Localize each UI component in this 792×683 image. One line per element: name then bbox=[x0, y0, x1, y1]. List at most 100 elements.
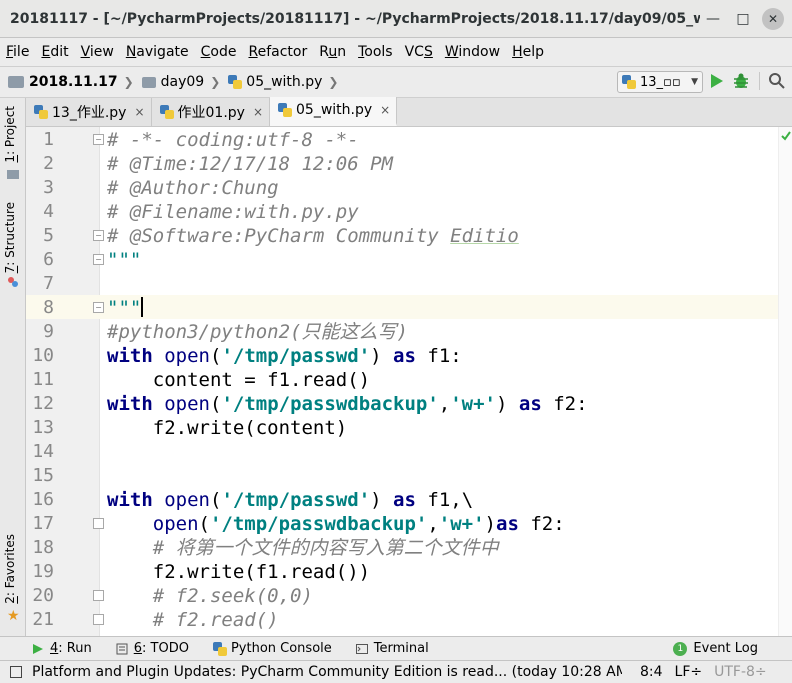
close-tab-icon[interactable]: × bbox=[253, 105, 263, 119]
editor-tab-1[interactable]: 作业01.py × bbox=[151, 98, 270, 126]
code-line[interactable]: 7 bbox=[26, 272, 792, 296]
python-console-tab[interactable]: Python Console bbox=[212, 641, 332, 656]
code-line[interactable]: 17 open('/tmp/passwdbackup','w+')as f2: bbox=[26, 512, 792, 536]
fold-marker-icon[interactable]: − bbox=[93, 254, 104, 265]
line-number: 16 bbox=[32, 489, 54, 510]
code-line[interactable]: 3 # @Author:Chung bbox=[26, 176, 792, 200]
code-text: # @Time:12/17/18 12:06 PM bbox=[107, 153, 393, 175]
menu-refactor[interactable]: Refactor bbox=[248, 44, 307, 60]
editor-tab-2[interactable]: 05_with.py × bbox=[270, 97, 398, 126]
toggle-tool-windows-icon[interactable] bbox=[10, 666, 22, 678]
breadcrumb-file[interactable]: 05_with.py ❯ bbox=[228, 74, 342, 90]
close-tab-icon[interactable]: × bbox=[134, 105, 144, 119]
code-text: content = f1.read() bbox=[107, 369, 371, 391]
terminal-icon bbox=[355, 643, 368, 654]
file-encoding[interactable]: UTF-8÷ bbox=[714, 664, 767, 680]
menu-code[interactable]: Code bbox=[201, 44, 237, 60]
fold-marker-icon[interactable] bbox=[93, 590, 104, 601]
code-text: # -*- coding:utf-8 -*- bbox=[107, 129, 359, 151]
menu-view[interactable]: View bbox=[81, 44, 114, 60]
code-text: open('/tmp/passwdbackup','w+')as f2: bbox=[152, 513, 565, 535]
todo-tool-window-tab[interactable]: 6: TODO bbox=[116, 641, 189, 656]
folder-icon bbox=[8, 76, 24, 88]
window-titlebar[interactable]: 20181117 - [~/PycharmProjects/20181117] … bbox=[0, 0, 792, 38]
maximize-icon[interactable]: □ bbox=[732, 8, 754, 30]
line-separator[interactable]: LF÷ bbox=[675, 664, 703, 680]
code-text: # f2.read() bbox=[152, 609, 279, 631]
status-message[interactable]: Platform and Plugin Updates: PyCharm Com… bbox=[32, 664, 622, 680]
code-line[interactable]: 9 #python3/python2(只能这么写) bbox=[26, 320, 792, 344]
line-number: 6 bbox=[43, 249, 54, 270]
editor-scrollbar[interactable] bbox=[778, 127, 792, 636]
favorites-tool-window-tab[interactable]: 2: Favorites bbox=[3, 534, 17, 604]
menu-file[interactable]: File bbox=[6, 44, 29, 60]
fold-marker-icon[interactable] bbox=[93, 614, 104, 625]
code-line[interactable]: 11 content = f1.read() bbox=[26, 368, 792, 392]
project-tool-window-tab[interactable]: 1: Project bbox=[3, 106, 17, 163]
code-text: #python3/python2(只能这么写) bbox=[107, 321, 408, 343]
code-line[interactable]: 10 with open('/tmp/passwd') as f1: bbox=[26, 344, 792, 368]
bug-icon bbox=[734, 73, 748, 88]
line-number: 21 bbox=[32, 609, 54, 630]
code-line[interactable]: 12 with open('/tmp/passwdbackup','w+') as… bbox=[26, 392, 792, 416]
search-icon bbox=[769, 73, 785, 89]
close-tab-icon[interactable]: × bbox=[380, 103, 390, 117]
run-configuration-select[interactable]: 13_▫▫ ▼ bbox=[617, 71, 703, 93]
code-line[interactable]: 20 # f2.seek(0,0) bbox=[26, 584, 792, 608]
window-title: 20181117 - [~/PycharmProjects/20181117] … bbox=[10, 10, 700, 27]
run-tool-window-tab[interactable]: 4: Run bbox=[32, 641, 92, 656]
fold-marker-icon[interactable] bbox=[93, 518, 104, 529]
code-line[interactable]: 21 # f2.read() bbox=[26, 608, 792, 632]
code-line[interactable]: 4 # @Filename:with.py.py bbox=[26, 200, 792, 224]
play-icon bbox=[33, 643, 43, 654]
line-number: 12 bbox=[32, 393, 54, 414]
code-line[interactable]: 8 − """ bbox=[26, 296, 792, 320]
code-editor[interactable]: 1− # -*- coding:utf-8 -*- 2 # @Time:12/17/1… bbox=[26, 127, 792, 636]
run-button[interactable] bbox=[710, 73, 724, 89]
breadcrumb-folder[interactable]: day09 ❯ bbox=[141, 74, 225, 90]
code-line[interactable]: 18 # 将第一个文件的内容写入第二个文件中 bbox=[26, 536, 792, 560]
editor-tab-0[interactable]: 13_作业.py × bbox=[26, 98, 152, 126]
code-line[interactable]: 14 bbox=[26, 440, 792, 464]
caret-position[interactable]: 8:4 bbox=[640, 664, 663, 680]
terminal-tab[interactable]: Terminal bbox=[355, 641, 429, 656]
line-number: 7 bbox=[43, 273, 54, 294]
code-line[interactable]: 19 f2.write(f1.read()) bbox=[26, 560, 792, 584]
line-number: 10 bbox=[32, 345, 54, 366]
line-number: 14 bbox=[32, 441, 54, 462]
fold-marker-icon[interactable]: − bbox=[93, 230, 104, 241]
search-everywhere-button[interactable] bbox=[768, 72, 786, 90]
fold-marker-icon[interactable]: − bbox=[93, 134, 104, 145]
menu-run[interactable]: Run bbox=[319, 44, 346, 60]
breadcrumb-project[interactable]: 2018.11.17 ❯ bbox=[8, 74, 138, 90]
menu-tools[interactable]: Tools bbox=[358, 44, 393, 60]
editor-tabs: 13_作业.py × 作业01.py × 05_with.py × bbox=[26, 97, 792, 127]
python-file-icon bbox=[159, 105, 174, 119]
menu-help[interactable]: Help bbox=[512, 44, 544, 60]
code-line[interactable]: 1 − # -*- coding:utf-8 -*- bbox=[26, 128, 792, 152]
close-icon[interactable]: ✕ bbox=[762, 8, 784, 30]
menu-window[interactable]: Window bbox=[445, 44, 500, 60]
menu-edit[interactable]: Edit bbox=[41, 44, 68, 60]
chevron-down-icon: ▼ bbox=[691, 77, 698, 87]
debug-button[interactable] bbox=[732, 72, 750, 90]
code-line[interactable]: 6 − """ bbox=[26, 248, 792, 272]
code-line[interactable]: 13 f2.write(content) bbox=[26, 416, 792, 440]
structure-tool-window-tab[interactable]: 7: Structure bbox=[3, 202, 17, 273]
code-line[interactable]: 2 # @Time:12/17/18 12:06 PM bbox=[26, 152, 792, 176]
text-caret bbox=[141, 297, 144, 317]
python-icon bbox=[212, 641, 227, 656]
python-file-icon bbox=[228, 75, 243, 89]
code-text: # 将第一个文件的内容写入第二个文件中 bbox=[152, 537, 499, 559]
menu-vcs[interactable]: VCS bbox=[405, 44, 433, 60]
code-line[interactable]: 16 with open('/tmp/passwd') as f1,\ bbox=[26, 488, 792, 512]
code-line[interactable]: 15 bbox=[26, 464, 792, 488]
code-text: f2.write(content) bbox=[107, 417, 348, 439]
code-line[interactable]: 5 − # @Software:PyCharm Community Editio bbox=[26, 224, 792, 248]
python-file-icon bbox=[34, 105, 48, 119]
minimize-icon[interactable]: — bbox=[702, 8, 724, 30]
menu-navigate[interactable]: Navigate bbox=[126, 44, 189, 60]
fold-marker-icon[interactable]: − bbox=[93, 302, 104, 313]
code-text: f2.write(f1.read()) bbox=[107, 561, 371, 583]
event-log-tab[interactable]: 1 Event Log bbox=[673, 641, 758, 656]
